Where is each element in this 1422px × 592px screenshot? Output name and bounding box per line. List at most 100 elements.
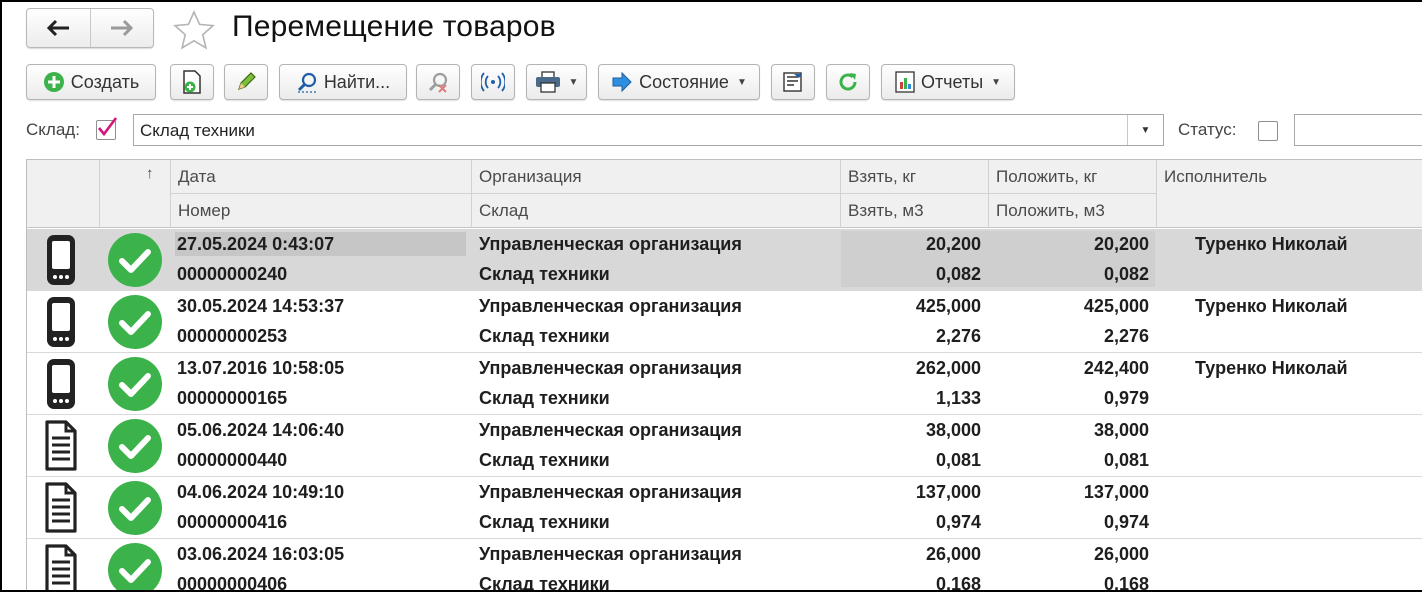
document-source-icon bbox=[43, 419, 79, 478]
cell-warehouse: Склад техники bbox=[479, 388, 610, 408]
cell-number: 00000000253 bbox=[177, 326, 288, 346]
reports-button-label: Отчеты bbox=[920, 71, 984, 92]
copy-button[interactable] bbox=[170, 64, 214, 100]
table-row[interactable]: 05.06.2024 14:06:40 00000000440 Управленче… bbox=[27, 415, 1422, 477]
cell-number: 00000000240 bbox=[177, 264, 288, 284]
check-circle-icon bbox=[108, 419, 162, 473]
status-filter-label: Статус: bbox=[1178, 120, 1237, 139]
filter-doc-icon bbox=[783, 72, 802, 92]
sort-indicator-icon[interactable]: ↑ bbox=[139, 165, 154, 182]
cell-take-kg: 262,000 bbox=[915, 358, 981, 378]
refresh-button[interactable] bbox=[826, 64, 870, 100]
check-circle-icon bbox=[108, 481, 162, 535]
posted-status-icon bbox=[107, 232, 163, 293]
cancel-search-button[interactable] bbox=[416, 64, 460, 100]
radio-wave-icon bbox=[481, 72, 505, 92]
chevron-down-icon: ▼ bbox=[1140, 124, 1151, 136]
cell-take-m3: 2,276 bbox=[935, 326, 981, 346]
table-row[interactable]: 27.05.2024 0:43:07 00000000240 Управленчес… bbox=[27, 229, 1422, 291]
mobile-device-icon bbox=[47, 297, 75, 347]
star-icon[interactable] bbox=[172, 10, 216, 50]
cell-executor: Туренко Николай bbox=[1195, 234, 1348, 254]
warehouse-filter-value: Склад техники bbox=[140, 121, 255, 140]
posted-status-icon bbox=[107, 480, 163, 541]
status-filter-input[interactable] bbox=[1294, 114, 1422, 146]
table-row[interactable]: 30.05.2024 14:53:37 00000000253 Управленче… bbox=[27, 291, 1422, 353]
forward-button[interactable] bbox=[89, 9, 154, 47]
refresh-icon bbox=[839, 73, 857, 91]
cell-organization: Управленческая организация bbox=[479, 482, 742, 502]
cell-organization: Управленческая организация bbox=[479, 296, 742, 316]
cell-number: 00000000165 bbox=[177, 388, 288, 408]
document-icon bbox=[45, 482, 77, 533]
document-source-icon bbox=[43, 481, 79, 540]
cell-date: 04.06.2024 10:49:10 bbox=[177, 482, 345, 502]
cell-take-kg: 26,000 bbox=[925, 544, 981, 564]
cell-date: 27.05.2024 0:43:07 bbox=[177, 234, 335, 254]
cell-organization: Управленческая организация bbox=[479, 420, 742, 440]
cell-take-m3: 0,082 bbox=[935, 264, 981, 284]
check-circle-icon bbox=[108, 233, 162, 287]
status-filter-checkbox[interactable] bbox=[1258, 121, 1278, 141]
create-button[interactable]: Создать bbox=[26, 64, 156, 100]
cell-number: 00000000416 bbox=[177, 512, 288, 532]
header-put-kg[interactable]: Положить, кг bbox=[989, 167, 1097, 187]
document-list-window: Перемещение товаров Создать Найти... ▼ С… bbox=[0, 0, 1422, 592]
page-title: Перемещение товаров bbox=[232, 10, 556, 43]
header-number[interactable]: Номер bbox=[171, 201, 230, 221]
cell-take-kg: 425,000 bbox=[915, 296, 981, 316]
cell-take-m3: 0,974 bbox=[935, 512, 981, 532]
check-circle-icon bbox=[108, 543, 162, 590]
table-row[interactable]: 13.07.2016 10:58:05 00000000165 Управленче… bbox=[27, 353, 1422, 415]
warehouse-dropdown-button[interactable]: ▼ bbox=[1127, 115, 1163, 145]
table-row[interactable]: 04.06.2024 10:49:10 00000000416 Управленче… bbox=[27, 477, 1422, 539]
warehouse-filter-input[interactable]: Склад техники ▼ bbox=[133, 114, 1164, 146]
cell-take-kg: 20,200 bbox=[925, 234, 981, 254]
warehouse-filter-checkbox[interactable] bbox=[96, 117, 118, 140]
header-warehouse[interactable]: Склад bbox=[472, 201, 528, 221]
cell-put-kg: 26,000 bbox=[1093, 544, 1149, 564]
cell-take-m3: 1,133 bbox=[935, 388, 981, 408]
cell-date: 03.06.2024 16:03:05 bbox=[177, 544, 345, 564]
cell-put-m3: 2,276 bbox=[1103, 326, 1149, 346]
checkmark-icon bbox=[98, 117, 118, 137]
filter-doc-button[interactable] bbox=[771, 64, 815, 100]
posted-status-icon bbox=[107, 294, 163, 355]
edit-button[interactable] bbox=[224, 64, 268, 100]
header-take-m3[interactable]: Взять, м3 bbox=[841, 201, 924, 221]
cell-put-m3: 0,082 bbox=[1103, 264, 1149, 284]
header-organization[interactable]: Организация bbox=[472, 167, 582, 187]
mobile-device-icon bbox=[47, 235, 75, 285]
print-button[interactable]: ▼ bbox=[526, 64, 587, 100]
find-button[interactable]: Найти... bbox=[279, 64, 407, 100]
arrow-left-icon bbox=[47, 19, 70, 37]
arrow-right-icon bbox=[612, 71, 632, 93]
cell-put-kg: 242,400 bbox=[1083, 358, 1149, 378]
cell-put-kg: 38,000 bbox=[1093, 420, 1149, 440]
pencil-icon bbox=[238, 72, 256, 90]
cell-organization: Управленческая организация bbox=[479, 544, 742, 564]
back-button[interactable] bbox=[27, 9, 90, 47]
reports-button[interactable]: Отчеты ▼ bbox=[881, 64, 1015, 100]
exchange-button[interactable] bbox=[471, 64, 515, 100]
header-date[interactable]: Дата bbox=[171, 167, 216, 187]
warehouse-filter-label: Склад: bbox=[26, 120, 80, 139]
cell-warehouse: Склад техники bbox=[479, 264, 610, 284]
state-button-label: Состояние bbox=[639, 71, 729, 92]
document-source-icon bbox=[43, 543, 79, 590]
document-source-icon bbox=[43, 357, 79, 416]
cell-take-m3: 0,081 bbox=[935, 450, 981, 470]
cell-date: 30.05.2024 14:53:37 bbox=[177, 296, 345, 316]
cell-number: 00000000406 bbox=[177, 574, 288, 592]
cell-organization: Управленческая организация bbox=[479, 234, 742, 254]
document-icon bbox=[45, 420, 77, 471]
create-button-label: Создать bbox=[70, 71, 140, 92]
check-circle-icon bbox=[108, 295, 162, 349]
mobile-device-icon bbox=[47, 359, 75, 409]
state-button[interactable]: Состояние ▼ bbox=[598, 64, 760, 100]
header-put-m3[interactable]: Положить, м3 bbox=[989, 201, 1105, 221]
header-executor[interactable]: Исполнитель bbox=[1157, 167, 1267, 187]
table-row[interactable]: 03.06.2024 16:03:05 00000000406 Управленче… bbox=[27, 539, 1422, 592]
find-button-label: Найти... bbox=[323, 71, 391, 92]
header-take-kg[interactable]: Взять, кг bbox=[841, 167, 916, 187]
